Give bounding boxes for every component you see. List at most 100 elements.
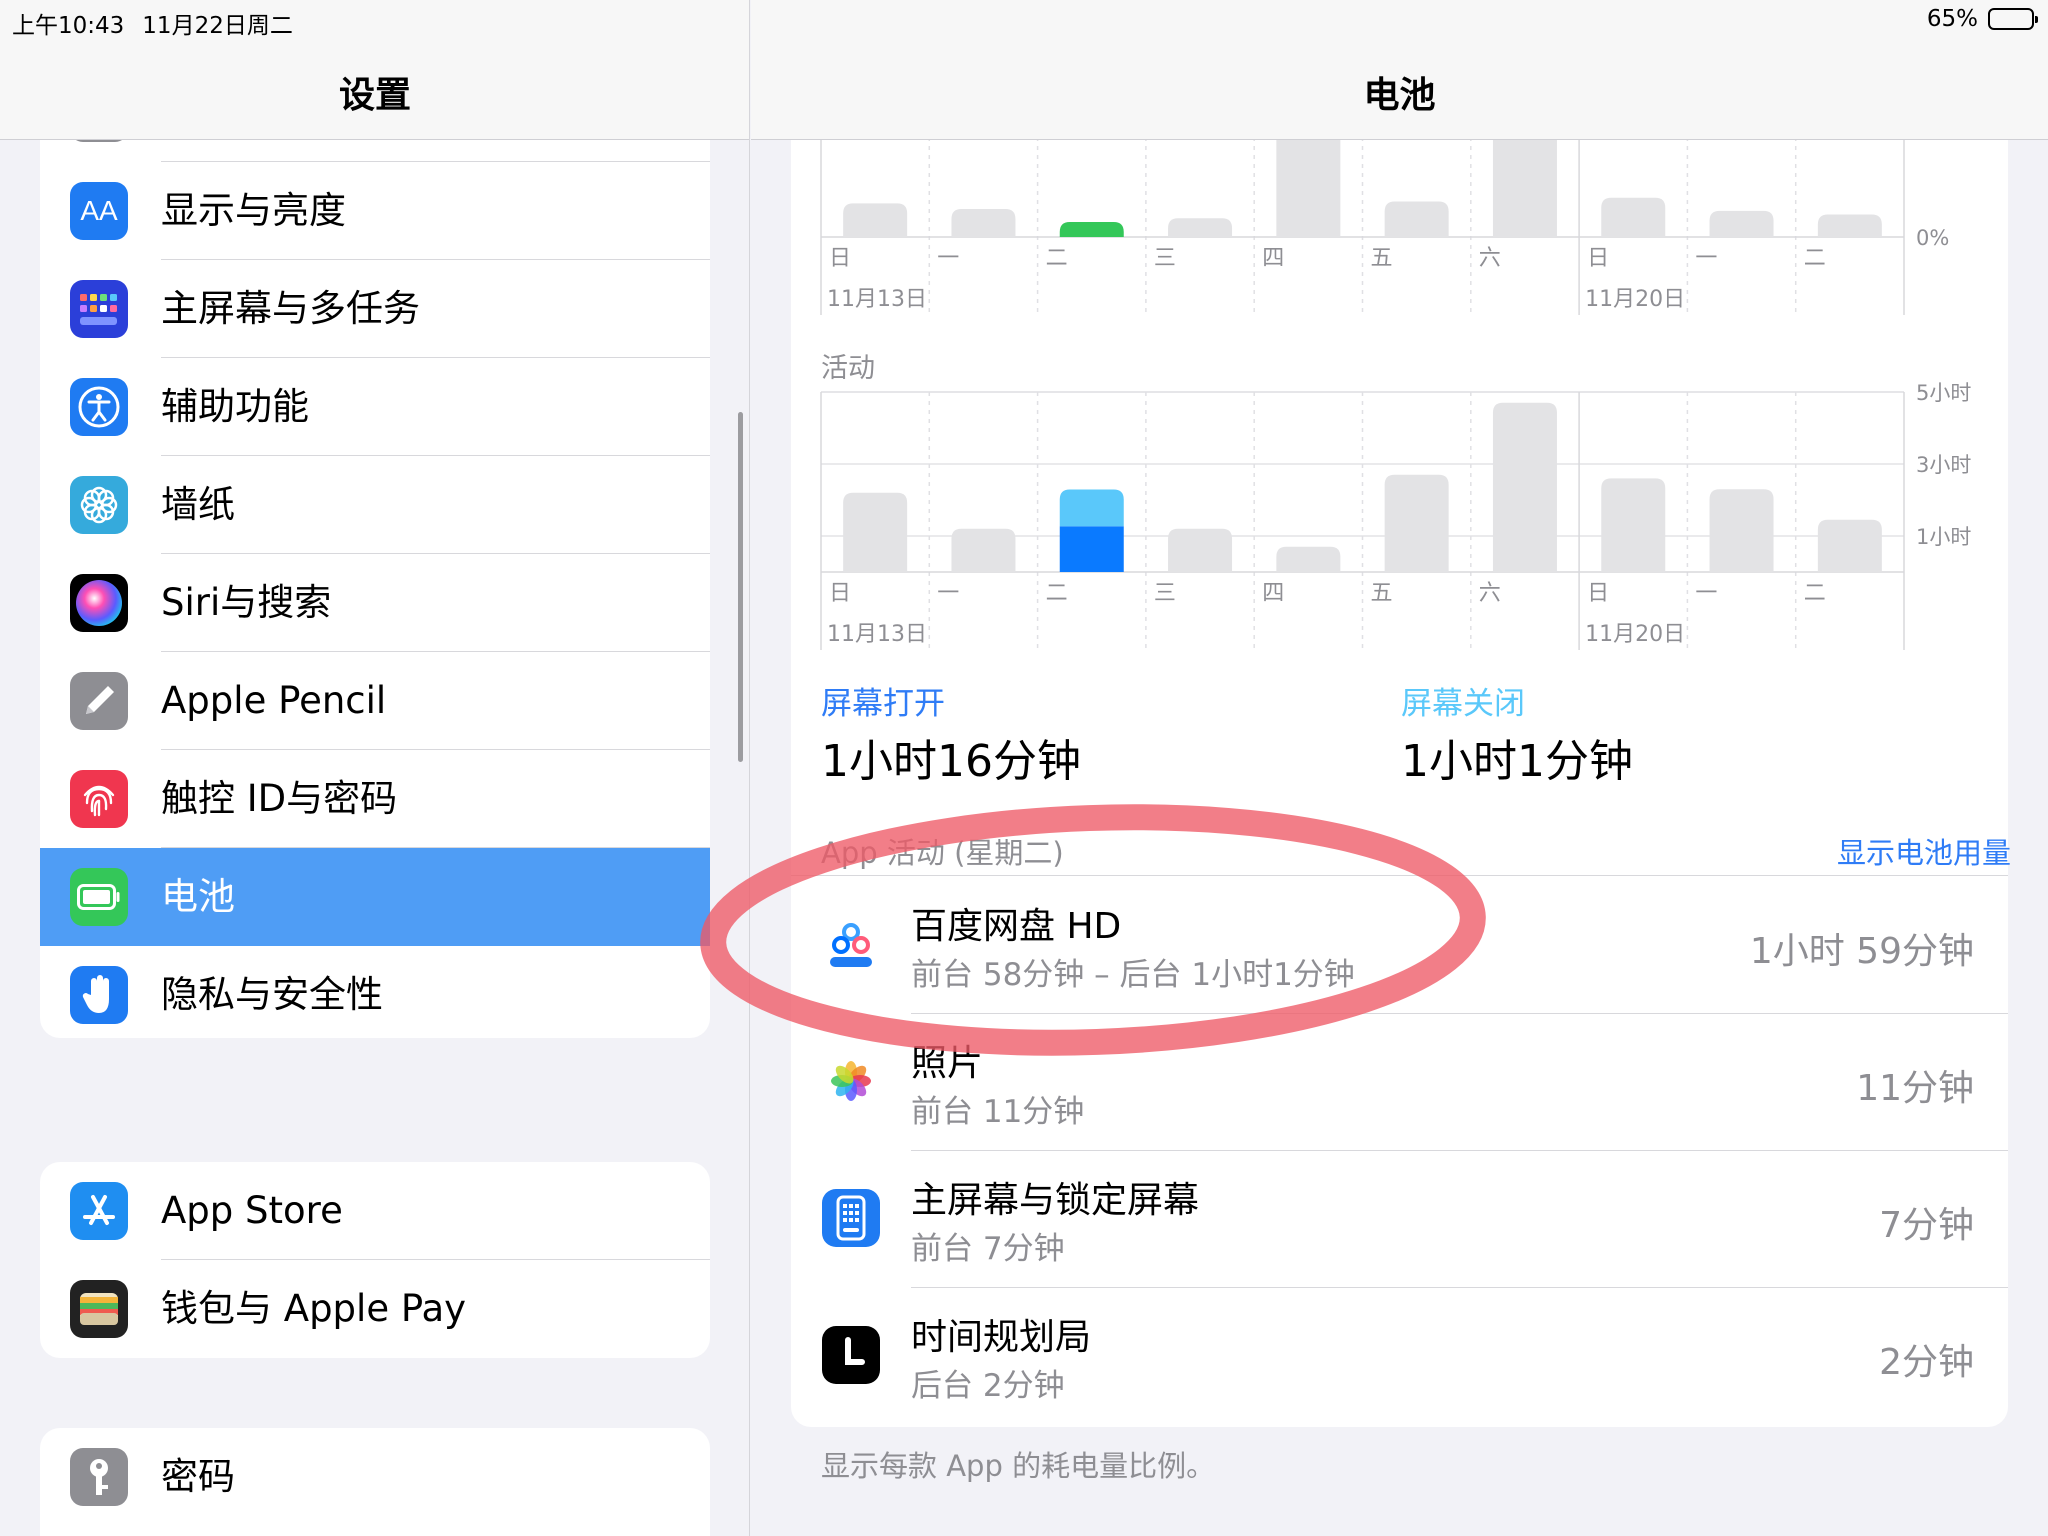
day-tick-label: 二 xyxy=(1046,246,1068,271)
sidebar-item-accessibility[interactable]: 辅助功能 xyxy=(40,358,710,456)
battery-detail-pane[interactable]: 电池 日一二三四五六日一二11月13日11月20日50%0%活动5小时3小时1小… xyxy=(751,0,2048,1536)
sidebar-item-label: 主屏幕与多任务 xyxy=(161,287,420,330)
sidebar-item-flower[interactable]: 墙纸 xyxy=(40,456,710,554)
status-time-date: 上午10:43 11月22日周二 xyxy=(12,6,311,40)
screen-off-bar xyxy=(1059,489,1124,527)
sidebar-item-label: 电池 xyxy=(161,875,235,918)
footer-note: 显示每款 App 的耗电量比例。 xyxy=(821,1449,1216,1483)
sidebar-item-pencil[interactable]: Apple Pencil xyxy=(40,652,710,750)
app-activity-header: App 活动 (星期二) 显示电池用量 xyxy=(821,830,2011,870)
battery-level-bar xyxy=(1709,210,1774,237)
sidebar-item-label: App Store xyxy=(161,1189,343,1232)
sidebar-item-text-size[interactable]: AA 显示与亮度 xyxy=(40,162,710,260)
day-tick-label: 六 xyxy=(1479,581,1501,606)
battery-level-bar xyxy=(843,203,908,237)
day-tick-label: 一 xyxy=(1695,581,1717,606)
flower-icon xyxy=(70,476,128,534)
app-store-icon xyxy=(70,1182,128,1240)
sidebar-item-fingerprint[interactable]: 触控 ID与密码 xyxy=(40,750,710,848)
battery-level-bar xyxy=(951,208,1016,237)
day-tick-label: 二 xyxy=(1046,581,1068,606)
date-tick-label: 11月20日 xyxy=(1585,287,1685,312)
sidebar-item-app-store[interactable]: App Store xyxy=(40,1162,710,1260)
app-grid-icon xyxy=(70,280,128,338)
battery-level-bar xyxy=(1817,214,1882,237)
app-activity-title: App 活动 (星期二) xyxy=(821,836,1064,870)
day-tick-label: 日 xyxy=(1587,581,1609,606)
text-size-icon: AA xyxy=(70,182,128,240)
settings-group-store: App Store 钱包与 Apple Pay xyxy=(40,1162,710,1358)
sidebar-item-label: Siri与搜索 xyxy=(161,581,332,624)
clock-icon xyxy=(821,1325,881,1385)
activity-bar xyxy=(1276,546,1341,572)
activity-bar xyxy=(1601,478,1666,572)
sidebar-item-app-grid[interactable]: 主屏幕与多任务 xyxy=(40,260,710,358)
day-tick-label: 一 xyxy=(937,246,959,271)
app-usage-row[interactable]: 主屏幕与锁定屏幕前台 7分钟 7分钟 xyxy=(791,1151,2008,1288)
app-usage-time: 1小时 59分钟 xyxy=(1749,931,1974,972)
battery-status-icon xyxy=(1988,8,2038,30)
home-screen-icon xyxy=(821,1188,881,1248)
sidebar-scrollbar[interactable] xyxy=(738,412,743,762)
day-tick-label: 四 xyxy=(1262,581,1284,606)
screen-off-value: 1小时1分钟 xyxy=(1401,736,1633,787)
day-tick-label: 三 xyxy=(1154,246,1176,271)
accessibility-icon xyxy=(70,378,128,436)
app-usage-detail: 前台 11分钟 xyxy=(911,1094,1085,1130)
day-tick-label: 五 xyxy=(1371,581,1393,606)
sidebar-item-wallet[interactable]: 钱包与 Apple Pay xyxy=(40,1260,710,1358)
sidebar-item-siri[interactable]: Siri与搜索 xyxy=(40,554,710,652)
activity-chart-title: 活动 xyxy=(821,353,875,384)
settings-group-general: 控制中心AA显示与亮度主屏幕与多任务辅助功能墙纸Siri与搜索Apple Pen… xyxy=(40,64,710,1038)
app-name: 主屏幕与锁定屏幕 xyxy=(911,1180,1200,1221)
app-usage-row[interactable]: 百度网盘 HD 前台 58分钟 – 后台 1小时1分钟 1小时 59分钟 xyxy=(791,877,2008,1014)
app-activity-list: 百度网盘 HD 前台 58分钟 – 后台 1小时1分钟 1小时 59分钟 照片 前台 1… xyxy=(791,875,2008,1427)
sidebar-item-hand[interactable]: 隐私与安全性 xyxy=(40,946,710,1038)
show-battery-usage-link[interactable]: 显示电池用量 xyxy=(1837,830,2011,872)
fingerprint-icon xyxy=(70,770,128,828)
day-tick-label: 日 xyxy=(1587,246,1609,271)
day-tick-label: 日 xyxy=(829,246,851,271)
app-usage-row[interactable]: 照片 前台 11分钟 11分钟 xyxy=(791,1014,2008,1151)
date-tick-label: 11月13日 xyxy=(827,622,927,647)
settings-sidebar[interactable]: 设置 控制中心AA显示与亮度主屏幕与多任务辅助功能墙纸Siri与搜索Apple … xyxy=(0,0,750,1536)
app-usage-time: 2分钟 xyxy=(1879,1342,1974,1383)
status-time: 上午10:43 xyxy=(12,13,125,39)
day-tick-label: 五 xyxy=(1371,246,1393,271)
app-name: 百度网盘 HD xyxy=(911,906,1122,947)
status-bar: 上午10:43 11月22日周二 65% xyxy=(0,0,2048,40)
hand-icon xyxy=(70,966,128,1024)
sidebar-item-label: 触控 ID与密码 xyxy=(161,777,398,820)
app-usage-detail: 前台 7分钟 xyxy=(911,1231,1065,1267)
y-tick-label: 0% xyxy=(1916,226,1949,250)
day-tick-label: 一 xyxy=(1695,246,1717,271)
sidebar-item-battery[interactable]: 电池 xyxy=(40,848,710,946)
day-tick-label: 二 xyxy=(1804,246,1826,271)
detail-title: 电池 xyxy=(1363,75,1436,116)
y-tick-label: 5小时 xyxy=(1916,381,1971,405)
app-usage-time: 7分钟 xyxy=(1879,1205,1974,1246)
screen-on-label: 屏幕打开 xyxy=(821,686,945,722)
sidebar-title: 设置 xyxy=(338,75,411,116)
battery-level-bar xyxy=(1059,222,1124,237)
y-tick-label: 1小时 xyxy=(1916,525,1971,549)
key-icon xyxy=(70,1448,128,1506)
sidebar-item-key[interactable]: 密码 xyxy=(40,1428,710,1526)
screen-off-label: 屏幕关闭 xyxy=(1401,686,1525,722)
date-tick-label: 11月20日 xyxy=(1585,622,1685,647)
pencil-icon xyxy=(70,672,128,730)
battery-level-bar xyxy=(1384,201,1449,237)
sidebar-item-label: Apple Pencil xyxy=(161,679,387,722)
sidebar-item-label: 隐私与安全性 xyxy=(161,973,383,1016)
battery-level-bar xyxy=(1601,197,1666,237)
screen-on-value: 1小时16分钟 xyxy=(821,736,1081,787)
activity-bar xyxy=(951,528,1016,572)
activity-bar xyxy=(1168,528,1233,572)
settings-group-passwords: 密码 xyxy=(40,1428,710,1536)
status-battery: 65% xyxy=(1927,6,2038,32)
app-usage-time: 11分钟 xyxy=(1856,1068,1974,1109)
app-usage-row[interactable]: 时间规划局 后台 2分钟 2分钟 xyxy=(791,1288,2008,1425)
day-tick-label: 一 xyxy=(937,581,959,606)
sidebar-item-label: 显示与亮度 xyxy=(161,189,346,232)
day-tick-label: 四 xyxy=(1262,246,1284,271)
